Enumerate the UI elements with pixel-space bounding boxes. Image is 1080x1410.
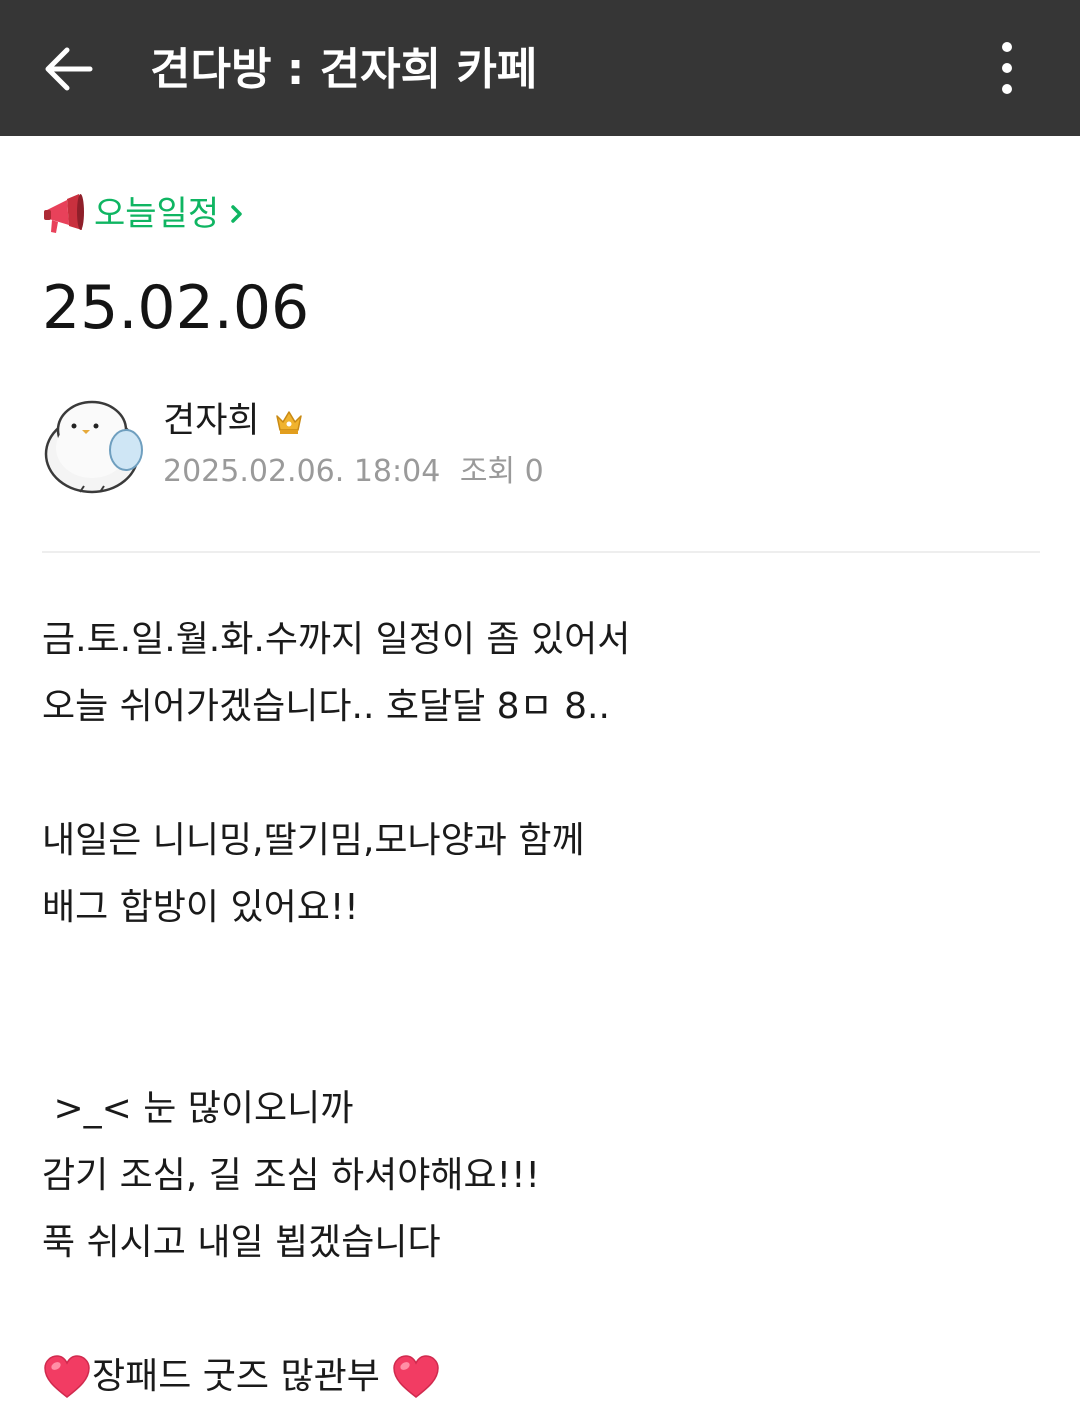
crown-icon: [275, 411, 302, 434]
post-content: 금.토.일.월.화.수까지 일정이 좀 있어서 오늘 쉬어가겠습니다.. 호달달…: [42, 606, 1040, 1410]
content-line: 금.토.일.월.화.수까지 일정이 좀 있어서: [42, 619, 631, 660]
content-line: >_< 눈 많이오니까: [42, 1088, 354, 1129]
content-line: [42, 1276, 1040, 1343]
board-link[interactable]: 오늘일정: [42, 190, 245, 238]
content-line: 배그 합방이 있어요!!: [42, 887, 359, 928]
closing-line: 장패드 굿즈 많관부: [42, 1343, 1040, 1410]
more-options-button[interactable]: [980, 30, 1036, 110]
content-line: 감기 조심, 길 조심 하셔야해요!!!: [42, 1155, 540, 1196]
content-line: [42, 941, 1040, 1008]
more-vertical-icon: [1002, 42, 1012, 94]
board-name: 오늘일정: [94, 194, 220, 234]
author-avatar[interactable]: [40, 392, 148, 500]
back-arrow-icon: [45, 47, 93, 91]
post-date: 2025.02.06. 18:04: [163, 454, 441, 489]
post-meta: 2025.02.06. 18:04 조회 0: [163, 452, 544, 492]
content-line: [42, 740, 1040, 807]
author-name[interactable]: 견자희: [163, 396, 260, 446]
content-line: 푹 쉬시고 내일 뵙겠습니다: [42, 1222, 441, 1263]
divider: [42, 551, 1040, 553]
author-row: 견자희: [163, 396, 304, 446]
closing-text: 장패드 굿즈 많관부: [92, 1356, 392, 1397]
content-line: [42, 1008, 1040, 1075]
cafe-title: 견다방 : 견자희 카페: [150, 44, 538, 95]
heart-icon: [393, 1354, 440, 1398]
content-line: 내일은 니니밍,딸기밈,모나양과 함께: [42, 820, 585, 861]
post-title: 25.02.06: [42, 273, 310, 343]
heart-icon: [44, 1354, 90, 1398]
view-count: 조회 0: [459, 454, 544, 489]
chevron-right-icon: [231, 205, 242, 223]
content-line: 오늘 쉬어가겠습니다.. 호달달 8ㅁ 8..: [42, 686, 610, 727]
app-bar: 견다방 : 견자희 카페: [0, 0, 1080, 136]
bird-avatar-image: [40, 392, 148, 500]
megaphone-icon: [44, 194, 84, 233]
back-button[interactable]: [30, 30, 110, 110]
